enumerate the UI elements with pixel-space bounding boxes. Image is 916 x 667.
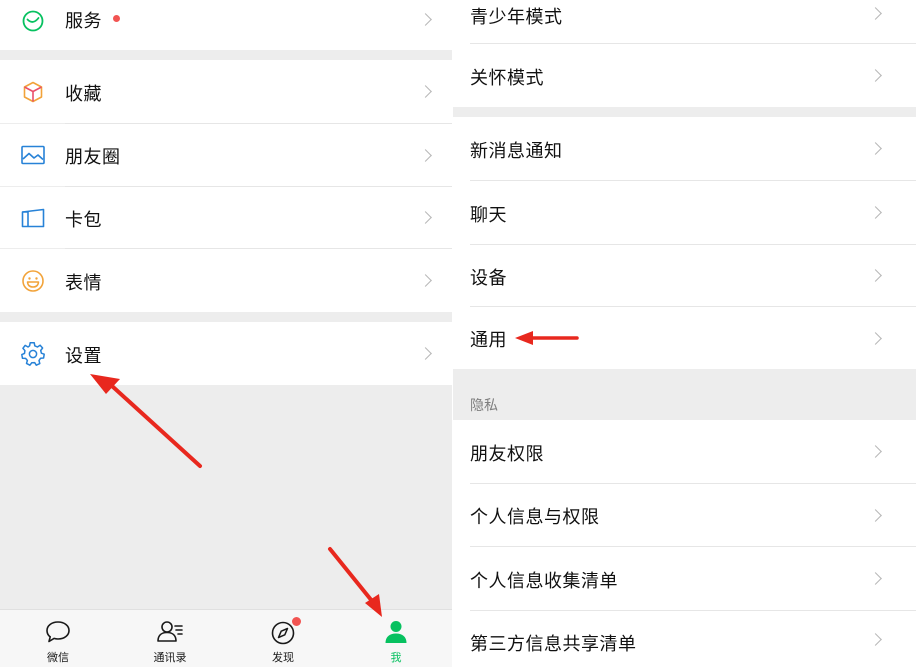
settings-label-devices: 设备 — [470, 268, 507, 289]
settings-label-general: 通用 — [470, 330, 507, 351]
me-page: 服务 收藏 朋友圈 卡包 表情 设置 微信 通讯录 发现 我 — [0, 0, 452, 667]
menu-item-settings[interactable]: 设置 — [0, 322, 452, 385]
chevron-right-icon — [869, 445, 882, 458]
chevron-right-icon — [419, 274, 432, 287]
bottom-tab-bar: 微信 通讯录 发现 我 — [0, 609, 452, 667]
settings-label-personal-info-permissions: 个人信息与权限 — [470, 507, 600, 528]
settings-label-notifications: 新消息通知 — [470, 141, 563, 162]
settings-label-personal-info-collection: 个人信息收集清单 — [470, 571, 618, 592]
settings-label-care-mode: 关怀模式 — [470, 68, 544, 89]
tab-label-discover: 发现 — [272, 651, 294, 664]
tab-label-chats: 微信 — [47, 651, 69, 664]
chevron-right-icon — [869, 633, 882, 646]
settings-item-devices[interactable]: 设备 — [453, 245, 916, 306]
new-badge-dot — [113, 15, 120, 22]
menu-item-stickers[interactable]: 表情 — [0, 249, 452, 312]
tab-contacts[interactable]: 通讯录 — [130, 610, 210, 667]
compass-icon — [268, 617, 301, 646]
settings-item-notifications[interactable]: 新消息通知 — [453, 117, 916, 180]
section-label-privacy: 隐私 — [470, 398, 498, 414]
tab-me[interactable]: 我 — [356, 610, 436, 667]
wallet-icon — [20, 205, 46, 231]
settings-item-general[interactable]: 通用 — [453, 307, 916, 369]
menu-item-favorites[interactable]: 收藏 — [0, 60, 452, 123]
settings-label-third-party-sharing: 第三方信息共享清单 — [470, 634, 637, 655]
chat-bubble-icon — [43, 618, 73, 646]
chevron-right-icon — [869, 269, 882, 282]
settings-label-teen-mode: 青少年模式 — [470, 7, 563, 28]
settings-item-chat[interactable]: 聊天 — [453, 181, 916, 244]
new-badge-dot — [292, 617, 301, 626]
menu-item-moments[interactable]: 朋友圈 — [0, 124, 452, 186]
settings-item-personal-info-permissions[interactable]: 个人信息与权限 — [453, 484, 916, 546]
chevron-right-icon — [869, 509, 882, 522]
smiley-icon — [20, 268, 46, 294]
settings-item-care-mode[interactable]: 关怀模式 — [453, 44, 916, 107]
services-icon — [20, 8, 46, 34]
settings-item-teen-mode[interactable]: 青少年模式 — [453, 0, 916, 43]
contacts-icon — [155, 618, 185, 646]
image-icon — [20, 142, 46, 168]
menu-label-settings: 设置 — [65, 346, 102, 367]
settings-label-friend-permissions: 朋友权限 — [470, 444, 544, 465]
settings-item-personal-info-collection[interactable]: 个人信息收集清单 — [453, 547, 916, 610]
settings-item-friend-permissions[interactable]: 朋友权限 — [453, 420, 916, 483]
chevron-right-icon — [419, 13, 432, 26]
tab-discover[interactable]: 发现 — [243, 610, 323, 667]
chevron-right-icon — [419, 211, 432, 224]
settings-label-chat: 聊天 — [470, 205, 507, 226]
cube-icon — [20, 79, 46, 105]
chevron-right-icon — [869, 572, 882, 585]
chevron-right-icon — [869, 7, 882, 20]
chevron-right-icon — [419, 85, 432, 98]
chevron-right-icon — [869, 69, 882, 82]
menu-item-services[interactable]: 服务 — [0, 0, 452, 50]
menu-label-stickers: 表情 — [65, 273, 102, 294]
menu-label-services: 服务 — [65, 11, 102, 32]
tab-label-me: 我 — [390, 651, 402, 664]
tab-label-contacts: 通讯录 — [153, 651, 187, 664]
settings-page: 青少年模式 关怀模式 新消息通知 聊天 设备 通用 隐私 朋友权限 个人信息与权… — [453, 0, 916, 667]
chevron-right-icon — [869, 206, 882, 219]
menu-label-favorites: 收藏 — [65, 84, 102, 105]
section-header-privacy: 隐私 — [453, 369, 916, 420]
section-gap — [453, 107, 916, 117]
gear-icon — [20, 341, 46, 367]
menu-label-cards: 卡包 — [65, 210, 102, 231]
menu-label-moments: 朋友圈 — [65, 147, 121, 168]
chevron-right-icon — [869, 142, 882, 155]
chevron-right-icon — [419, 347, 432, 360]
menu-item-cards[interactable]: 卡包 — [0, 187, 452, 248]
person-icon — [381, 618, 411, 646]
tab-chats[interactable]: 微信 — [18, 610, 98, 667]
settings-item-third-party-sharing[interactable]: 第三方信息共享清单 — [453, 611, 916, 667]
chevron-right-icon — [419, 149, 432, 162]
chevron-right-icon — [869, 332, 882, 345]
